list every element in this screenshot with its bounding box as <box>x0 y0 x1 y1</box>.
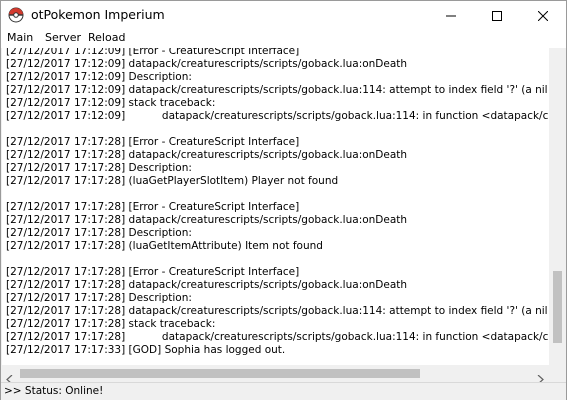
vertical-scrollbar-thumb[interactable] <box>553 271 562 343</box>
menu-bar: Main Server Reload <box>1 30 566 48</box>
log-line: [27/12/2017 17:17:28] Description: <box>6 162 192 175</box>
log-message: [GOD] Sophia has logged out. <box>125 344 286 356</box>
log-message: datapack/creaturescripts/scripts/goback.… <box>125 84 549 96</box>
close-button[interactable] <box>520 1 566 30</box>
pokeball-app-icon <box>8 7 24 23</box>
log-line: [27/12/2017 17:17:28] datapack/creatures… <box>6 214 407 227</box>
log-line: [27/12/2017 17:17:28] datapack/creatures… <box>6 279 407 292</box>
log-line: [27/12/2017 17:17:28] stack traceback: <box>6 318 215 331</box>
log-message: datapack/creaturescripts/scripts/goback.… <box>125 149 408 161</box>
log-timestamp: [27/12/2017 17:17:28] <box>6 266 126 278</box>
log-message: [Error - CreatureScript Interface] <box>125 201 300 213</box>
log-message: datapack/creaturescripts/scripts/goback.… <box>125 305 549 317</box>
menu-item-main[interactable]: Main <box>7 31 33 44</box>
log-line: [27/12/2017 17:17:28] datapack/creatures… <box>6 331 549 344</box>
maximize-icon <box>492 6 502 25</box>
menu-item-reload[interactable]: Reload <box>88 31 125 44</box>
log-line: [27/12/2017 17:12:09] Description: <box>6 71 192 84</box>
log-message: (luaGetPlayerSlotItem) Player not found <box>125 175 339 187</box>
log-timestamp: [27/12/2017 17:17:28] <box>6 175 126 187</box>
horizontal-scrollbar[interactable] <box>2 365 549 385</box>
log-timestamp: [27/12/2017 17:17:28] <box>6 227 126 239</box>
log-timestamp: [27/12/2017 17:12:09] <box>6 84 126 96</box>
log-timestamp: [27/12/2017 17:17:33] <box>6 344 126 356</box>
minimize-button[interactable] <box>428 1 474 30</box>
log-line: [27/12/2017 17:17:28] [Error - CreatureS… <box>6 266 299 279</box>
log-message: datapack/creaturescripts/scripts/goback.… <box>125 214 408 226</box>
log-message: stack traceback: <box>125 318 216 330</box>
log-message: datapack/creaturescripts/scripts/goback.… <box>125 110 549 122</box>
log-line: [27/12/2017 17:12:09] datapack/creatures… <box>6 58 407 71</box>
console-log[interactable]: [27/12/2017 17:12:09] [Error - CreatureS… <box>2 48 549 365</box>
log-message: datapack/creaturescripts/scripts/goback.… <box>125 279 408 291</box>
status-text: >> Status: Online! <box>4 385 104 397</box>
menu-item-server[interactable]: Server <box>45 31 81 44</box>
log-timestamp: [27/12/2017 17:17:28] <box>6 149 126 161</box>
log-line: [27/12/2017 17:17:33] [GOD] Sophia has l… <box>6 344 285 357</box>
log-timestamp: [27/12/2017 17:17:28] <box>6 279 126 291</box>
log-timestamp: [27/12/2017 17:12:09] <box>6 110 126 122</box>
log-message: Description: <box>125 71 192 83</box>
maximize-button[interactable] <box>474 1 520 30</box>
log-message: Description: <box>125 292 192 304</box>
minimize-icon <box>446 6 456 25</box>
log-timestamp: [27/12/2017 17:17:28] <box>6 162 126 174</box>
log-timestamp: [27/12/2017 17:17:28] <box>6 318 126 330</box>
log-timestamp: [27/12/2017 17:12:09] <box>6 97 126 109</box>
log-message: Description: <box>125 162 192 174</box>
log-line: [27/12/2017 17:17:28] (luaGetPlayerSlotI… <box>6 175 338 188</box>
server-console-window: otPokemon Imperium Main Server Reload [2… <box>0 0 567 400</box>
window-title: otPokemon Imperium <box>31 7 165 22</box>
log-message: [Error - CreatureScript Interface] <box>125 48 300 57</box>
log-line: [27/12/2017 17:12:09] [Error - CreatureS… <box>6 48 299 58</box>
status-bar: >> Status: Online! <box>1 382 566 400</box>
log-timestamp: [27/12/2017 17:12:09] <box>6 71 126 83</box>
log-message: [Error - CreatureScript Interface] <box>125 266 300 278</box>
log-message: Description: <box>125 227 192 239</box>
log-line: [27/12/2017 17:17:28] Description: <box>6 292 192 305</box>
scrollbar-corner <box>549 365 566 382</box>
log-message: datapack/creaturescripts/scripts/goback.… <box>125 331 549 343</box>
log-timestamp: [27/12/2017 17:17:28] <box>6 305 126 317</box>
horizontal-scrollbar-thumb[interactable] <box>20 369 420 378</box>
log-line: [27/12/2017 17:17:28] (luaGetItemAttribu… <box>6 240 323 253</box>
log-line: [27/12/2017 17:17:28] Description: <box>6 227 192 240</box>
log-timestamp: [27/12/2017 17:12:09] <box>6 58 126 70</box>
log-timestamp: [27/12/2017 17:17:28] <box>6 201 126 213</box>
log-line: [27/12/2017 17:12:09] datapack/creatures… <box>6 110 549 123</box>
log-message: datapack/creaturescripts/scripts/goback.… <box>125 58 408 70</box>
log-line: [27/12/2017 17:17:28] datapack/creatures… <box>6 149 407 162</box>
vertical-scrollbar[interactable] <box>549 48 566 365</box>
log-timestamp: [27/12/2017 17:12:09] <box>6 48 126 57</box>
log-timestamp: [27/12/2017 17:17:28] <box>6 214 126 226</box>
close-icon <box>537 6 549 25</box>
log-line: [27/12/2017 17:12:09] datapack/creatures… <box>6 84 549 97</box>
log-line: [27/12/2017 17:12:09] stack traceback: <box>6 97 215 110</box>
log-message: stack traceback: <box>125 97 216 109</box>
log-message: (luaGetItemAttribute) Item not found <box>125 240 323 252</box>
log-message: [Error - CreatureScript Interface] <box>125 136 300 148</box>
log-timestamp: [27/12/2017 17:17:28] <box>6 331 126 343</box>
title-bar[interactable]: otPokemon Imperium <box>1 1 566 30</box>
log-line: [27/12/2017 17:17:28] datapack/creatures… <box>6 305 549 318</box>
log-timestamp: [27/12/2017 17:17:28] <box>6 292 126 304</box>
log-timestamp: [27/12/2017 17:17:28] <box>6 240 126 252</box>
log-timestamp: [27/12/2017 17:17:28] <box>6 136 126 148</box>
log-line: [27/12/2017 17:17:28] [Error - CreatureS… <box>6 136 299 149</box>
log-line: [27/12/2017 17:17:28] [Error - CreatureS… <box>6 201 299 214</box>
